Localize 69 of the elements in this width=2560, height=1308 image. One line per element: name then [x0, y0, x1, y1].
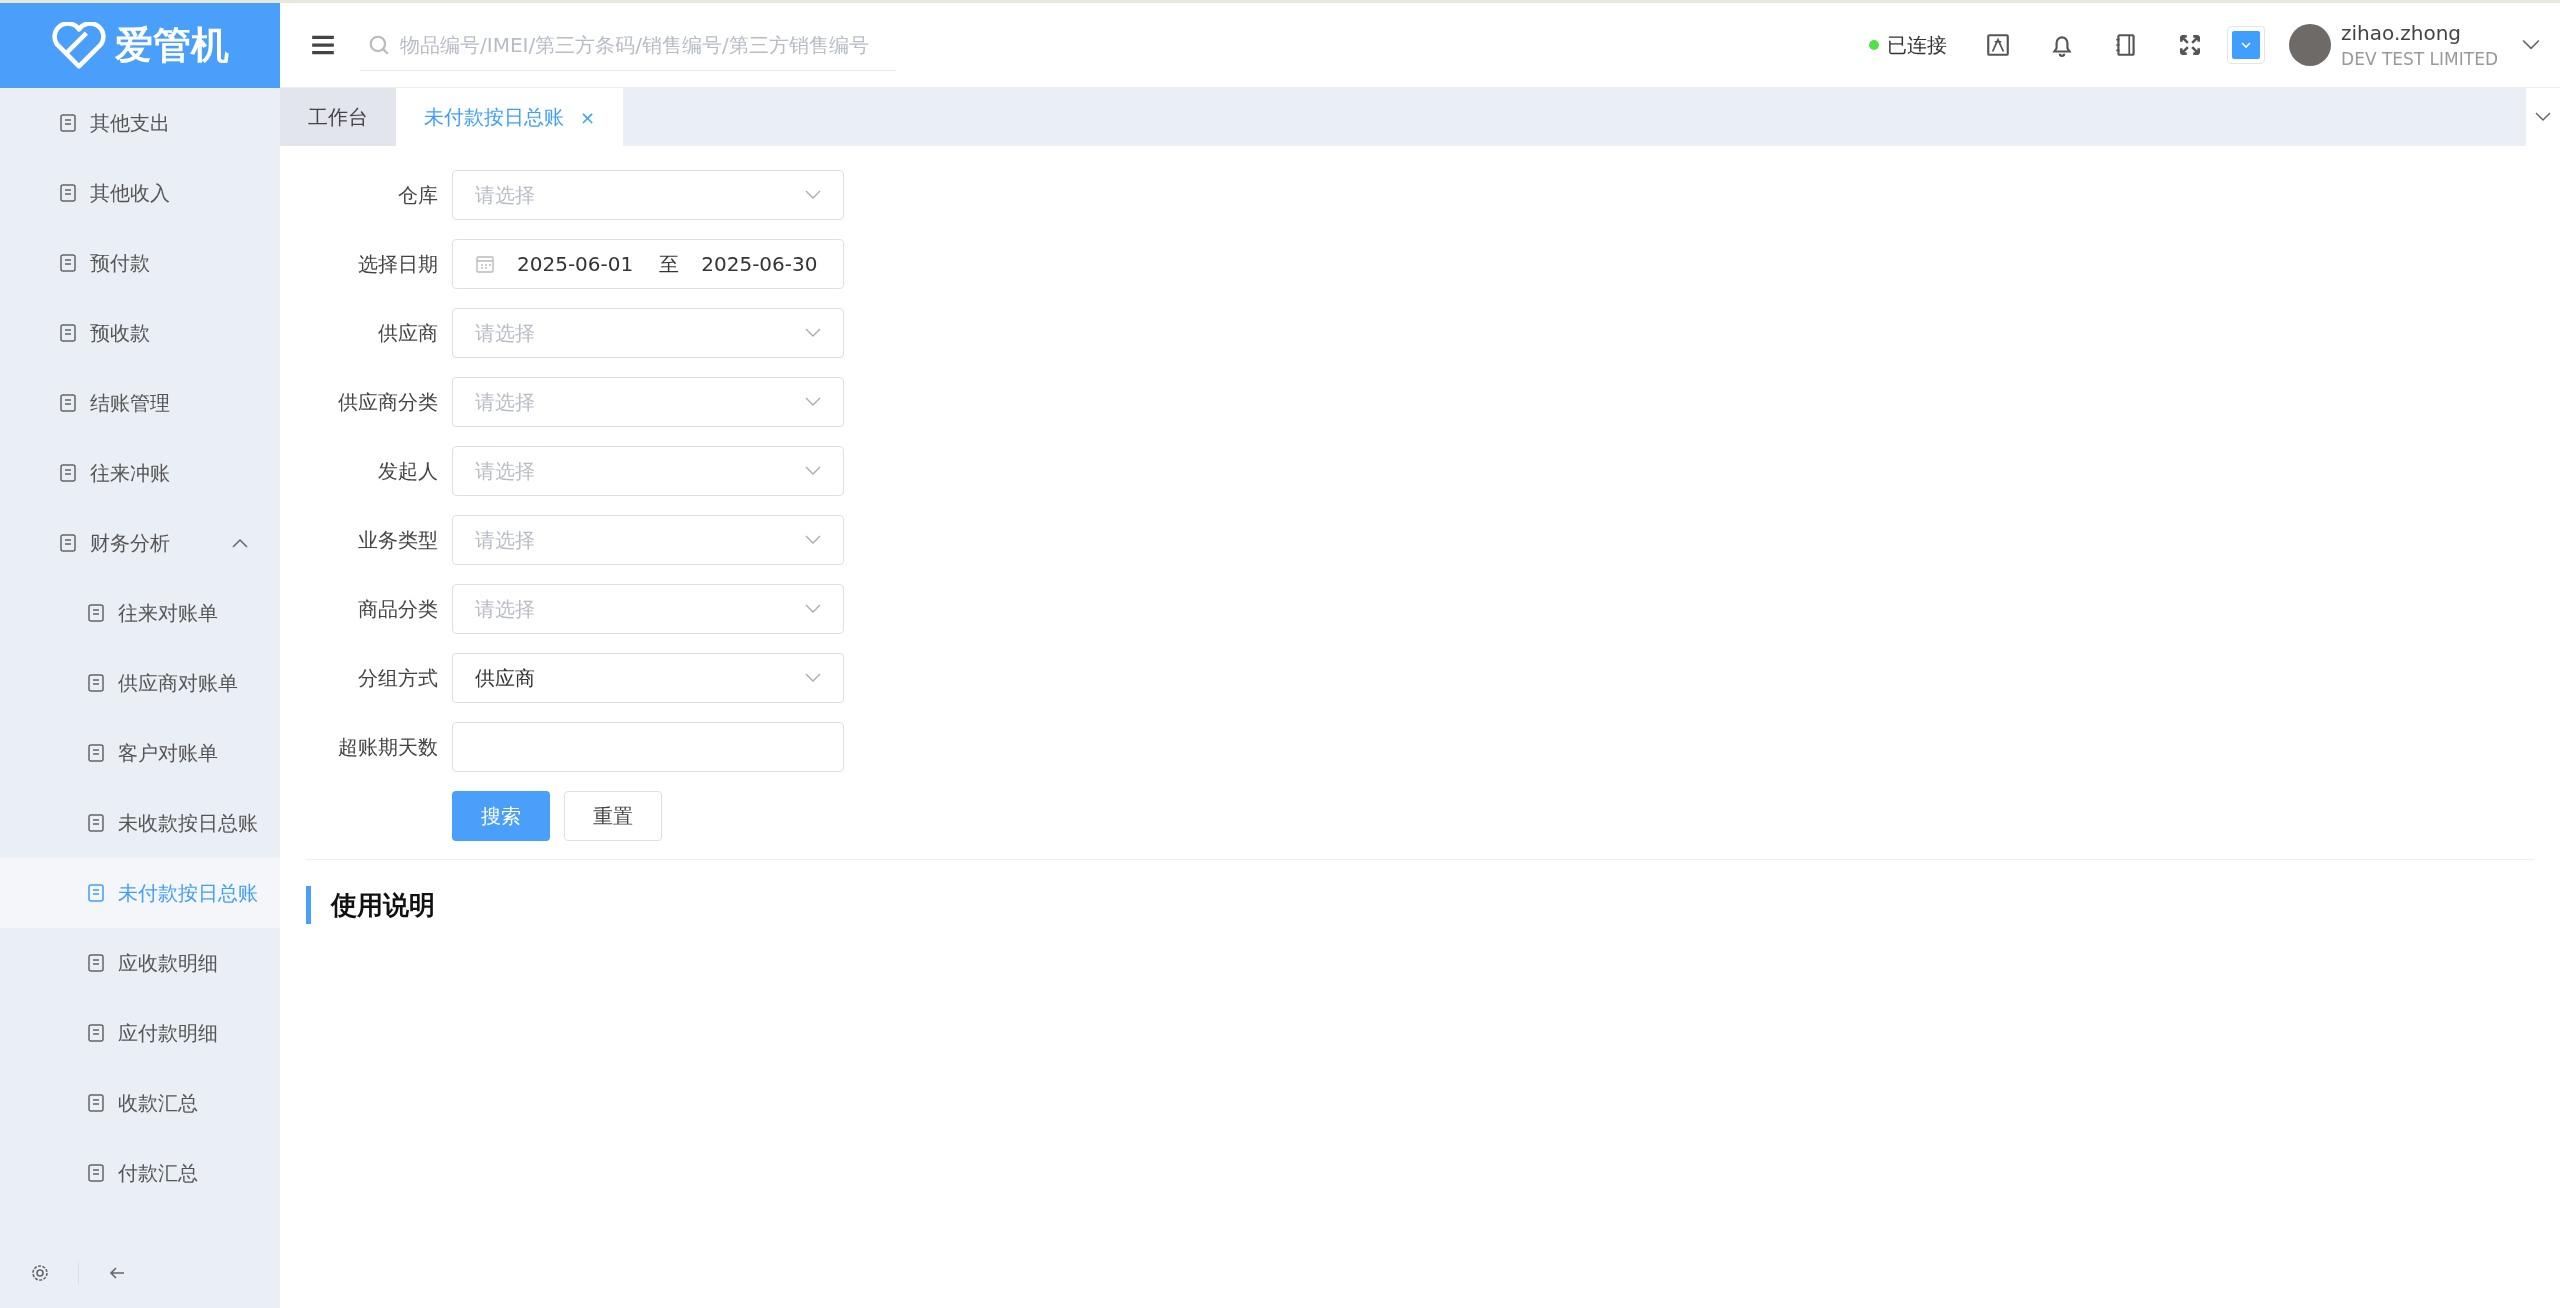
sidebar-subitem[interactable]: 应收款明细 — [0, 928, 280, 998]
input-field[interactable] — [452, 722, 844, 772]
tab[interactable]: 工作台 — [280, 88, 396, 146]
field-label: 供应商 — [377, 319, 438, 347]
search-field[interactable]: 物品编号/IMEI/第三方条码/销售编号/第三方销售编号 — [360, 19, 896, 71]
sidebar-item[interactable]: 预付款 — [0, 228, 280, 298]
field-label: 商品分类 — [357, 595, 438, 623]
document-icon — [86, 1093, 106, 1113]
field-label: 业务类型 — [357, 526, 438, 554]
logo-text: 爱管机 — [115, 22, 229, 69]
dropdown-button[interactable] — [2227, 26, 2266, 64]
menu-icon[interactable] — [310, 34, 336, 56]
sidebar-item[interactable]: 预收款 — [0, 298, 280, 368]
field-label: 供应商分类 — [337, 388, 438, 416]
avatar[interactable] — [2289, 24, 2332, 66]
sidebar-subitem[interactable]: 往来对账单 — [0, 578, 280, 648]
document-icon — [86, 813, 106, 833]
sidebar-item[interactable]: 结账管理 — [0, 368, 280, 438]
status-dot — [1869, 40, 1880, 50]
field-label: 发起人 — [377, 457, 438, 485]
field-label: 分组方式 — [357, 664, 438, 692]
field-label: 选择日期 — [357, 250, 438, 278]
chevron-down-icon — [2232, 31, 2261, 59]
sidebar-subitem[interactable]: 供应商对账单 — [0, 648, 280, 718]
sidebar-item[interactable]: 其他收入 — [0, 158, 280, 228]
document-icon — [86, 673, 106, 693]
document-icon — [86, 1163, 106, 1183]
chevron-down-icon — [2535, 112, 2551, 122]
section-title: 使用说明 — [306, 886, 2534, 924]
user-name: zihao.zhong — [2341, 21, 2463, 45]
chevron-down-icon — [805, 673, 821, 683]
chevron-down-icon — [805, 328, 821, 338]
sidebar-subitem[interactable]: 收款汇总 — [0, 1068, 280, 1138]
sidebar-subitem[interactable]: 未收款按日总账 — [0, 788, 280, 858]
chevron-down-icon — [805, 397, 821, 407]
document-icon — [58, 463, 78, 483]
connection-status: 已连接 — [1887, 31, 1948, 59]
document-icon — [86, 953, 106, 973]
document-icon — [58, 253, 78, 273]
calendar-icon — [475, 254, 495, 274]
sidebar-subitem[interactable]: 客户对账单 — [0, 718, 280, 788]
reset-button[interactable]: 重置 — [564, 791, 662, 841]
heart-logo-icon — [51, 21, 107, 70]
field-label: 仓库 — [397, 181, 438, 209]
date-range-field[interactable]: 2025-06-01 至 2025-06-30 — [452, 239, 844, 289]
document-icon — [58, 533, 78, 553]
sidebar-subitem[interactable]: 应付款明细 — [0, 998, 280, 1068]
sidebar-subitem[interactable]: 付款汇总 — [0, 1138, 280, 1208]
chevron-down-icon — [805, 190, 821, 200]
document-icon — [86, 1023, 106, 1043]
select-field[interactable]: 供应商 — [452, 653, 844, 703]
document-icon — [58, 393, 78, 413]
document-icon — [86, 883, 106, 903]
company-name: DEV TEST LIMITED — [2341, 49, 2498, 69]
document-icon — [58, 183, 78, 203]
document-icon — [86, 603, 106, 623]
chevron-down-icon — [805, 535, 821, 545]
sidebar-item[interactable]: 财务分析 — [0, 508, 280, 578]
search-icon — [368, 33, 390, 56]
field-label: 超账期天数 — [337, 733, 438, 761]
document-icon — [58, 323, 78, 343]
document-icon — [86, 743, 106, 763]
chevron-down-icon — [805, 604, 821, 614]
document-icon — [58, 113, 78, 133]
sidebar-item[interactable]: 其他支出 — [0, 88, 280, 158]
chevron-down-icon — [805, 466, 821, 476]
chevron-down-icon[interactable] — [2522, 39, 2540, 51]
sidebar-item[interactable]: 往来冲账 — [0, 438, 280, 508]
settings-icon[interactable] — [30, 1263, 50, 1283]
